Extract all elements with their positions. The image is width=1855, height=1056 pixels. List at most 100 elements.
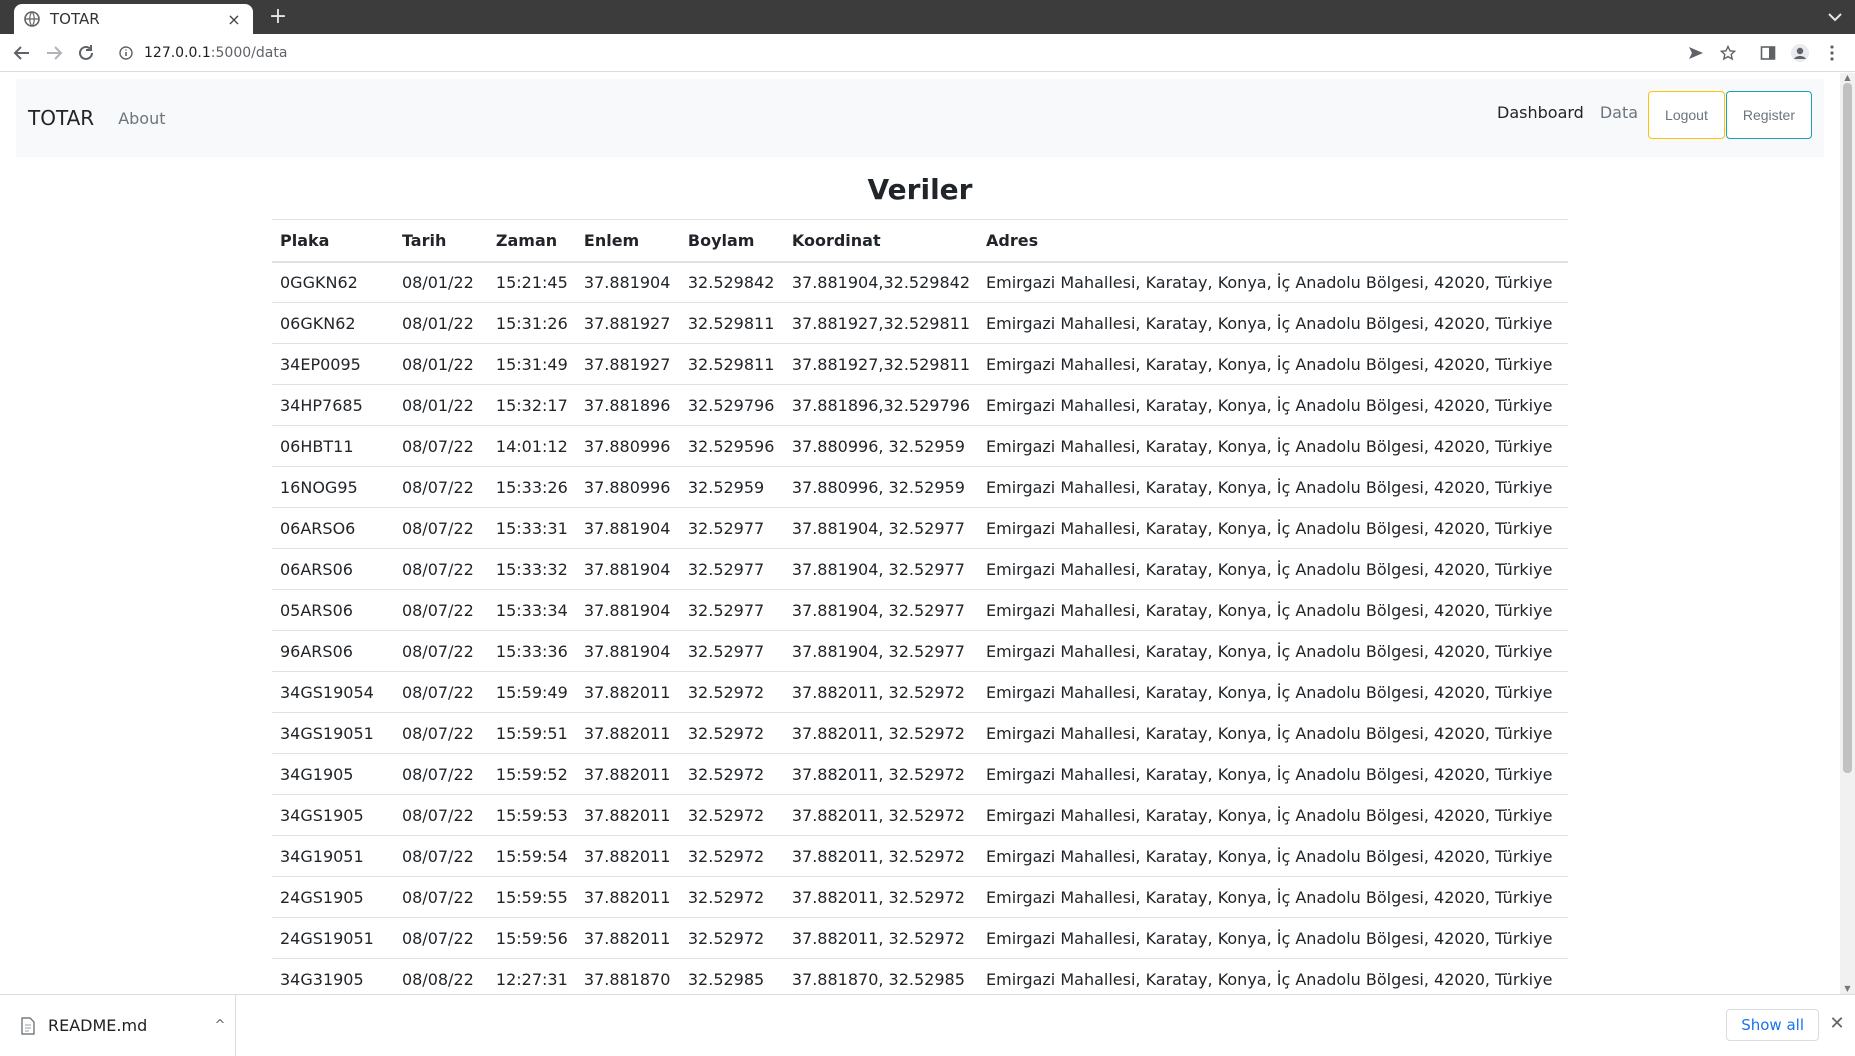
table-cell-koordinat: 37.880996, 32.52959 xyxy=(783,466,978,508)
table-cell-plaka: 34EP0095 xyxy=(272,343,394,385)
navbar: TOTAR About Dashboard Data Logout Regist… xyxy=(16,79,1824,157)
register-button[interactable]: Register xyxy=(1725,91,1812,139)
tab-close-icon[interactable]: × xyxy=(225,10,243,29)
table-cell-tarih: 08/08/22 xyxy=(393,958,488,994)
table-cell-enlem: 37.881896 xyxy=(575,384,680,426)
table-row: 05ARS06 08/07/22 15:33:34 37.881904 32.52977… xyxy=(272,589,1568,631)
nav-dashboard[interactable]: Dashboard xyxy=(1497,103,1584,122)
table-cell-adres: Emirgazi Mahallesi, Karatay, Konya, İç A… xyxy=(978,343,1568,385)
table-cell-zaman: 15:31:26 xyxy=(487,302,576,344)
logout-button[interactable]: Logout xyxy=(1648,91,1725,139)
reload-icon[interactable] xyxy=(74,41,98,65)
table-cell-boylam: 32.52959 xyxy=(679,466,784,508)
show-all-button[interactable]: Show all xyxy=(1726,1009,1819,1041)
table-row: 0GGKN62 08/01/22 15:21:45 37.881904 32.52984… xyxy=(272,261,1568,303)
browser-toolbar: 127.0.0.1:5000/data xyxy=(0,34,1855,72)
table-cell-koordinat: 37.881904, 32.52977 xyxy=(783,589,978,631)
forward-icon[interactable] xyxy=(42,41,66,65)
table-cell-plaka: 34G1905 xyxy=(272,753,394,795)
chevron-up-icon[interactable]: ^ xyxy=(205,1018,235,1033)
table-cell-tarih: 08/07/22 xyxy=(393,712,488,754)
table-cell-enlem: 37.881904 xyxy=(575,261,680,303)
table-cell-enlem: 37.882011 xyxy=(575,917,680,959)
table-cell-koordinat: 37.882011, 32.52972 xyxy=(783,876,978,918)
table-cell-plaka: 06HBT11 xyxy=(272,425,394,467)
table-cell-koordinat: 37.882011, 32.52972 xyxy=(783,917,978,959)
table-cell-koordinat: 37.882011, 32.52972 xyxy=(783,794,978,836)
download-shelf: README.md ^ Show all ✕ xyxy=(0,994,1855,1056)
column-header-boylam: Boylam xyxy=(679,219,784,263)
table-cell-plaka: 06ARSO6 xyxy=(272,507,394,549)
table-row: 34GS19051 08/07/22 15:59:51 37.882011 32.529… xyxy=(272,712,1568,754)
table-cell-zaman: 15:59:55 xyxy=(487,876,576,918)
table-cell-adres: Emirgazi Mahallesi, Karatay, Konya, İç A… xyxy=(978,712,1568,754)
info-icon[interactable] xyxy=(118,45,134,61)
table-cell-tarih: 08/07/22 xyxy=(393,671,488,713)
column-header-tarih: Tarih xyxy=(393,219,488,263)
table-cell-plaka: 24GS19051 xyxy=(272,917,394,959)
table-cell-adres: Emirgazi Mahallesi, Karatay, Konya, İç A… xyxy=(978,261,1568,303)
download-item[interactable]: README.md ^ xyxy=(0,995,236,1056)
nav-data[interactable]: Data xyxy=(1600,103,1638,122)
table-cell-koordinat: 37.881870, 32.52985 xyxy=(783,958,978,994)
table-cell-boylam: 32.529796 xyxy=(679,384,784,426)
page-scrollbar[interactable]: ▲ ▼ xyxy=(1840,73,1855,994)
table-cell-tarih: 08/07/22 xyxy=(393,917,488,959)
table-cell-plaka: 24GS1905 xyxy=(272,876,394,918)
table-cell-tarih: 08/07/22 xyxy=(393,753,488,795)
table-cell-tarih: 08/07/22 xyxy=(393,876,488,918)
table-cell-enlem: 37.882011 xyxy=(575,835,680,877)
table-cell-boylam: 32.52972 xyxy=(679,835,784,877)
table-cell-boylam: 32.52977 xyxy=(679,589,784,631)
browser-tab[interactable]: TOTAR × xyxy=(14,4,253,34)
close-icon[interactable]: ✕ xyxy=(1827,1013,1847,1037)
nav-about[interactable]: About xyxy=(118,109,165,128)
address-bar[interactable]: 127.0.0.1:5000/data xyxy=(108,39,1720,67)
table-cell-adres: Emirgazi Mahallesi, Karatay, Konya, İç A… xyxy=(978,630,1568,672)
profile-icon[interactable] xyxy=(1788,41,1812,65)
scroll-up-icon[interactable]: ▲ xyxy=(1843,74,1852,82)
table-cell-koordinat: 37.881904,32.529842 xyxy=(783,261,978,303)
table-cell-adres: Emirgazi Mahallesi, Karatay, Konya, İç A… xyxy=(978,835,1568,877)
table-cell-adres: Emirgazi Mahallesi, Karatay, Konya, İç A… xyxy=(978,876,1568,918)
table-cell-tarih: 08/01/22 xyxy=(393,384,488,426)
table-cell-koordinat: 37.882011, 32.52972 xyxy=(783,671,978,713)
table-cell-tarih: 08/07/22 xyxy=(393,548,488,590)
table-cell-enlem: 37.882011 xyxy=(575,712,680,754)
column-header-plaka: Plaka xyxy=(272,219,394,263)
table-cell-koordinat: 37.881927,32.529811 xyxy=(783,302,978,344)
table-cell-tarih: 08/07/22 xyxy=(393,589,488,631)
table-row: 34HP7685 08/01/22 15:32:17 37.881896 32.5297… xyxy=(272,384,1568,426)
table-cell-enlem: 37.880996 xyxy=(575,466,680,508)
table-row: 34EP0095 08/01/22 15:31:49 37.881927 32.5298… xyxy=(272,343,1568,385)
table-cell-zaman: 15:31:49 xyxy=(487,343,576,385)
send-icon[interactable] xyxy=(1684,41,1708,65)
brand-link[interactable]: TOTAR xyxy=(28,106,94,130)
table-row: 24GS1905 08/07/22 15:59:55 37.882011 32.5297… xyxy=(272,876,1568,918)
table-cell-boylam: 32.529811 xyxy=(679,302,784,344)
table-row: 34G1905 08/07/22 15:59:52 37.882011 32.52972… xyxy=(272,753,1568,795)
table-cell-tarih: 08/07/22 xyxy=(393,835,488,877)
table-row: 06ARSO6 08/07/22 15:33:31 37.881904 32.52977… xyxy=(272,507,1568,549)
table-cell-zaman: 15:59:56 xyxy=(487,917,576,959)
scrollbar-thumb[interactable] xyxy=(1843,83,1852,773)
new-tab-button[interactable]: + xyxy=(266,4,290,30)
sidepanel-icon[interactable] xyxy=(1756,41,1780,65)
table-cell-koordinat: 37.882011, 32.52972 xyxy=(783,753,978,795)
table-cell-adres: Emirgazi Mahallesi, Karatay, Konya, İç A… xyxy=(978,958,1568,994)
back-icon[interactable] xyxy=(10,41,34,65)
scroll-down-icon[interactable]: ▼ xyxy=(1843,985,1852,993)
table-cell-enlem: 37.881904 xyxy=(575,589,680,631)
table-cell-enlem: 37.882011 xyxy=(575,876,680,918)
data-table: Plaka Tarih Zaman Enlem Boylam Koordinat Adres… xyxy=(272,219,1568,994)
tab-search-icon[interactable] xyxy=(1825,6,1845,28)
table-cell-plaka: 34HP7685 xyxy=(272,384,394,426)
menu-icon[interactable] xyxy=(1820,41,1844,65)
table-cell-plaka: 05ARS06 xyxy=(272,589,394,631)
star-icon[interactable] xyxy=(1716,41,1740,65)
table-cell-enlem: 37.881927 xyxy=(575,343,680,385)
table-cell-boylam: 32.52977 xyxy=(679,507,784,549)
table-cell-enlem: 37.881870 xyxy=(575,958,680,994)
table-cell-plaka: 16NOG95 xyxy=(272,466,394,508)
globe-icon xyxy=(24,11,40,27)
